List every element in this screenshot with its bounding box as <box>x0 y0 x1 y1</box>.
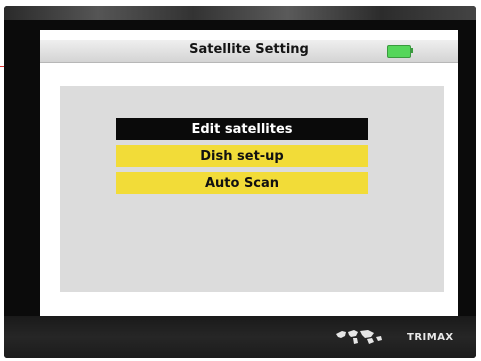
battery-icon <box>387 45 411 58</box>
menu-item-edit-satellites[interactable]: Edit satellites <box>116 118 368 140</box>
device-screen: Satellite Setting Edit satellites Dish s… <box>4 6 476 358</box>
menu-item-label: Edit satellites <box>191 121 293 137</box>
screen-top-noise <box>4 6 476 20</box>
menu-item-auto-scan[interactable]: Auto Scan <box>116 172 368 194</box>
battery-cap <box>410 48 413 53</box>
bottom-bar: TRIMAX <box>4 316 476 358</box>
title-bar: Satellite Setting <box>40 40 458 63</box>
world-map-icon <box>336 330 382 344</box>
menu-item-dish-setup[interactable]: Dish set-up <box>116 145 368 167</box>
menu-item-label: Auto Scan <box>204 175 280 191</box>
menu-item-label: Dish set-up <box>200 148 284 164</box>
brand-logo-text: TRIMAX <box>407 332 454 343</box>
